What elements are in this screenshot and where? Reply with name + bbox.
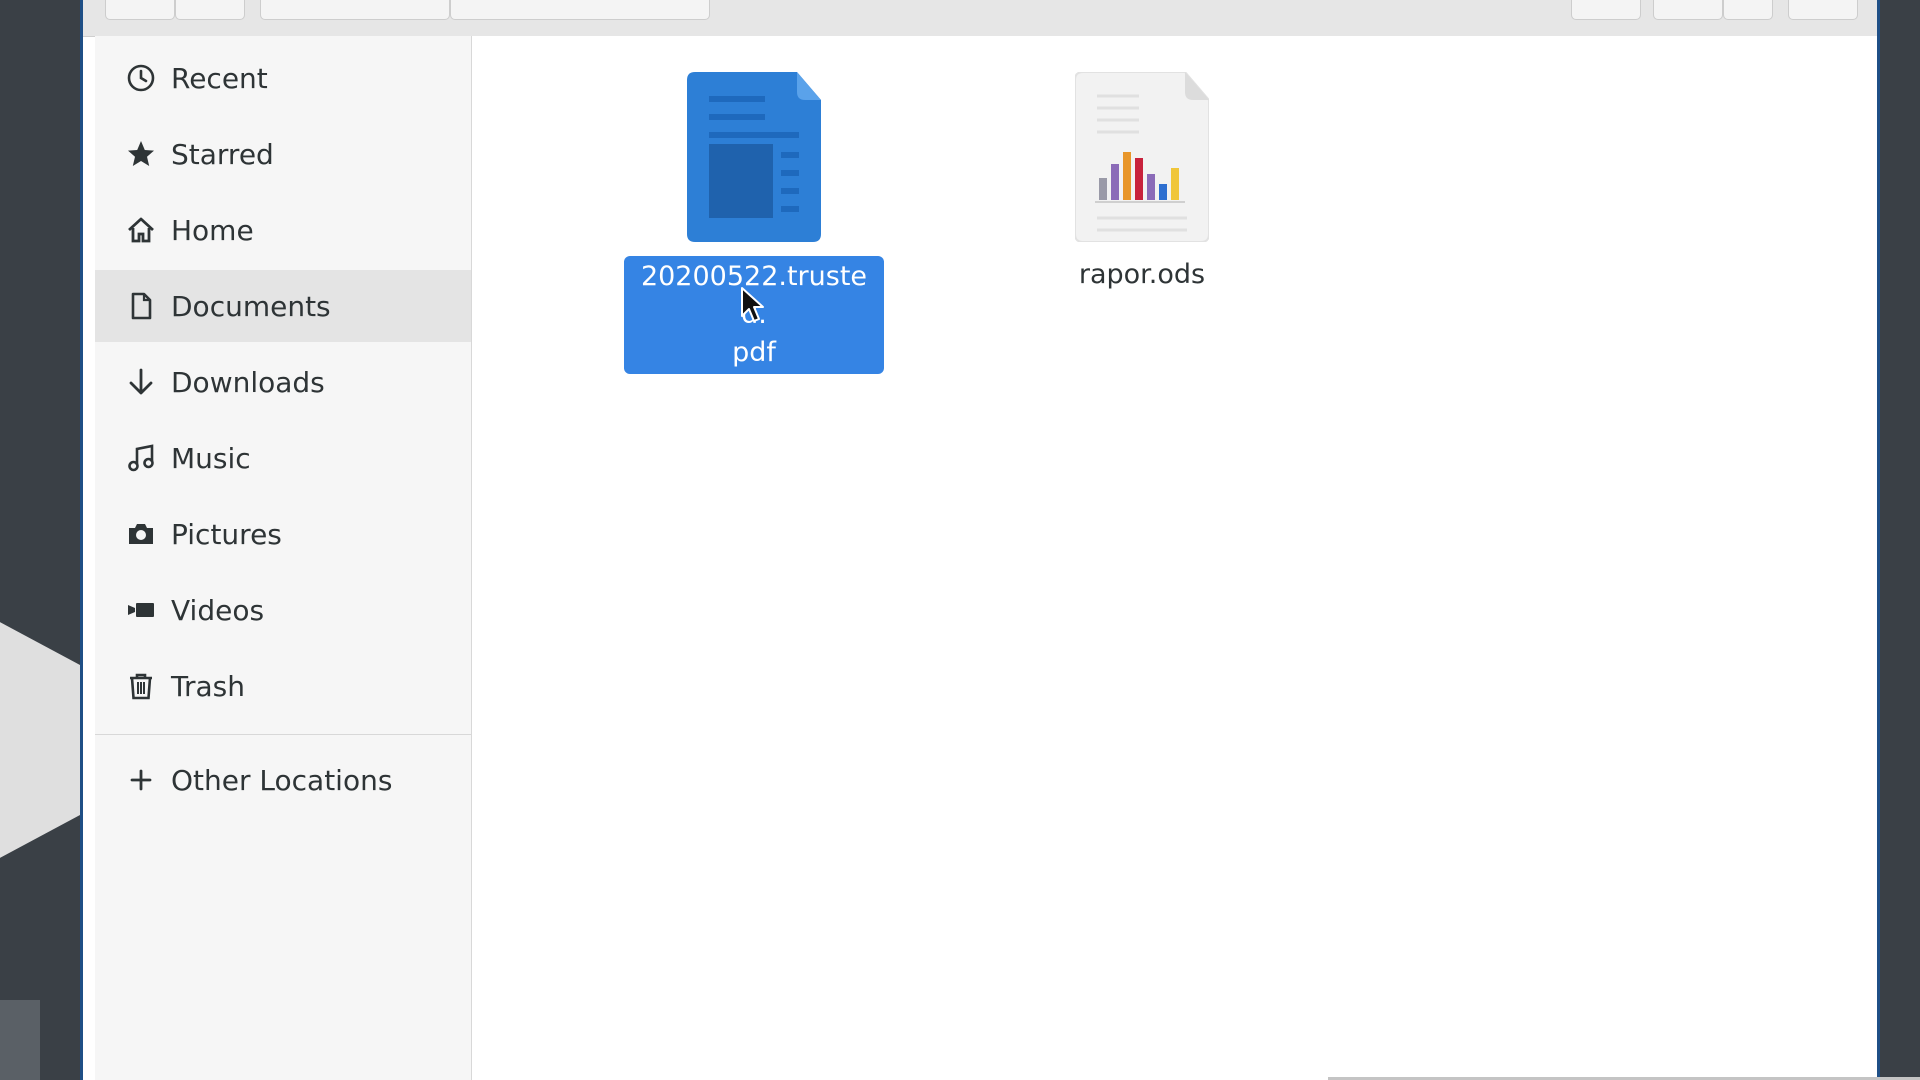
sidebar-item-label: Starred: [171, 137, 274, 171]
header-bar: [83, 0, 1877, 37]
sidebar-item-music[interactable]: Music: [95, 422, 471, 494]
sidebar-separator: [95, 734, 471, 735]
trash-icon: [125, 670, 157, 702]
sidebar-item-home[interactable]: Home: [95, 194, 471, 266]
sidebar-item-label: Other Locations: [171, 763, 393, 797]
sidebar-item-recent[interactable]: Recent: [95, 42, 471, 114]
sidebar-item-label: Trash: [171, 669, 245, 703]
path-bar-documents[interactable]: [450, 0, 710, 20]
sidebar-item-label: Music: [171, 441, 251, 475]
video-camera-icon: [125, 594, 157, 626]
sidebar-item-documents[interactable]: Documents: [95, 270, 471, 342]
back-button[interactable]: [105, 0, 175, 20]
sidebar-item-pictures[interactable]: Pictures: [95, 498, 471, 570]
sidebar-item-label: Home: [171, 213, 254, 247]
sidebar-item-starred[interactable]: Starred: [95, 118, 471, 190]
places-sidebar: Recent Starred Home Documents Downloads: [95, 36, 472, 1080]
mouse-pointer-icon: [740, 286, 766, 328]
menu-button[interactable]: [1788, 0, 1858, 20]
star-icon: [125, 138, 157, 170]
sidebar-item-downloads[interactable]: Downloads: [95, 346, 471, 418]
sidebar-item-label: Videos: [171, 593, 265, 627]
file-item-ods[interactable]: rapor.ods: [1012, 72, 1272, 294]
forward-button[interactable]: [175, 0, 245, 20]
search-button[interactable]: [1571, 0, 1641, 20]
file-item-pdf[interactable]: 20200522.trusted. pdf: [624, 72, 884, 374]
sidebar-item-label: Recent: [171, 61, 268, 95]
file-manager-window: Recent Starred Home Documents Downloads: [80, 0, 1920, 1080]
desktop-decoration: [0, 1000, 40, 1080]
clock-icon: [125, 62, 157, 94]
camera-icon: [125, 518, 157, 550]
sidebar-item-label: Pictures: [171, 517, 282, 551]
sidebar-item-label: Downloads: [171, 365, 325, 399]
pdf-document-icon: [624, 72, 884, 242]
path-bar-home[interactable]: [260, 0, 450, 20]
home-icon: [125, 214, 157, 246]
plus-icon: [125, 764, 157, 796]
sidebar-item-other-locations[interactable]: Other Locations: [95, 744, 471, 816]
view-toggle-button[interactable]: [1723, 0, 1773, 20]
download-arrow-icon: [125, 366, 157, 398]
music-note-icon: [125, 442, 157, 474]
file-name-line-2: pdf: [732, 337, 776, 368]
sidebar-item-label: Documents: [171, 289, 331, 323]
view-options-button[interactable]: [1653, 0, 1723, 20]
desktop-logo-shape: [0, 590, 80, 890]
file-name-label: rapor.ods: [1078, 259, 1206, 290]
document-icon: [125, 290, 157, 322]
spreadsheet-icon: [1012, 72, 1272, 242]
sidebar-item-trash[interactable]: Trash: [95, 650, 471, 722]
sidebar-item-videos[interactable]: Videos: [95, 574, 471, 646]
file-view: 20200522.trusted. pdf rapor.ods: [472, 36, 1877, 1080]
